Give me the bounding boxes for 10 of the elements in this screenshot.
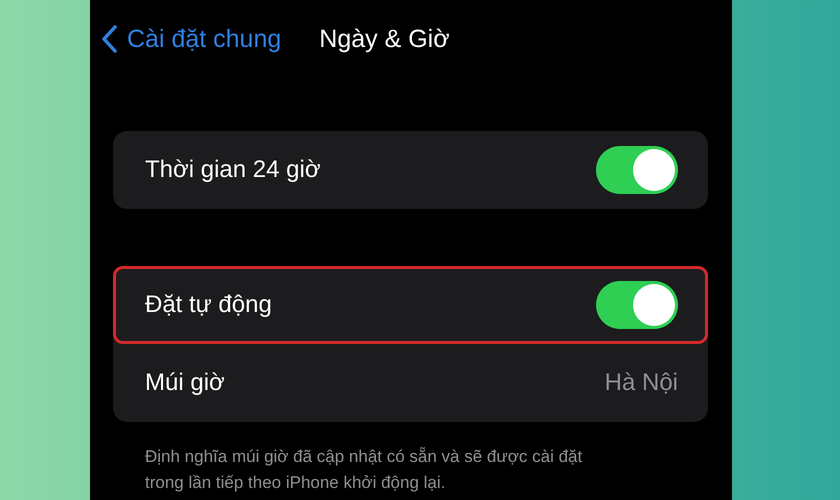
page-title: Ngày & Giờ — [319, 24, 450, 54]
row-label: Múi giờ — [145, 369, 225, 397]
footer-note: Định nghĩa múi giờ đã cập nhật có sẵn và sẽ được cài đặt trong lần tiếp theo iPhone khởi động lại. — [145, 446, 584, 494]
back-button[interactable]: Cài đặt chung — [101, 24, 282, 54]
row-label: Đặt tự động — [145, 291, 272, 319]
row-value: Hà Nội — [604, 369, 678, 397]
toggle-switch[interactable] — [596, 281, 678, 329]
back-chevron-icon — [101, 25, 117, 53]
toggle-switch[interactable] — [596, 146, 678, 194]
row-label: Thời gian 24 giờ — [145, 156, 321, 184]
